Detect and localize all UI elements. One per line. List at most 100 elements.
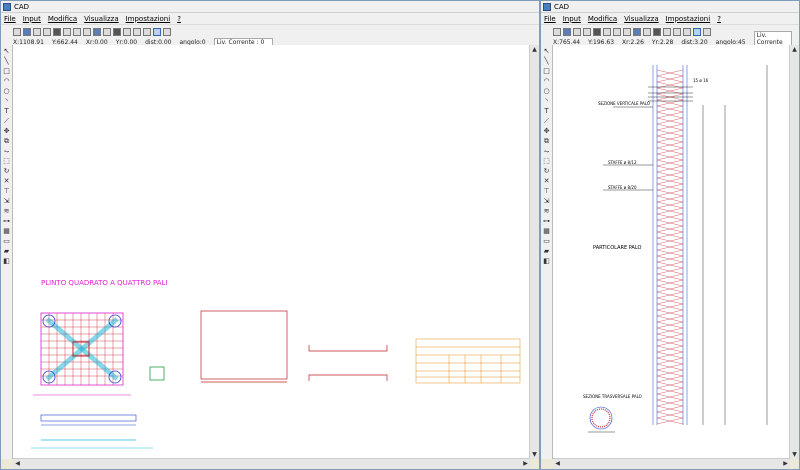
measure-icon[interactable]: ⊶ bbox=[542, 217, 551, 226]
save-icon[interactable] bbox=[573, 27, 581, 36]
copy-icon[interactable]: ⧉ bbox=[2, 137, 11, 146]
measure-icon[interactable]: ⊶ bbox=[2, 217, 11, 226]
menu-visualizza[interactable]: Visualizza bbox=[84, 15, 118, 23]
new-icon[interactable] bbox=[553, 27, 561, 36]
title-bar[interactable]: CAD bbox=[541, 1, 799, 13]
move-icon[interactable]: ✥ bbox=[542, 127, 551, 136]
scroll-down-icon[interactable]: ▼ bbox=[530, 450, 539, 459]
block-icon[interactable]: ▭ bbox=[542, 237, 551, 246]
hatch-tool-icon[interactable]: ▦ bbox=[2, 227, 11, 236]
grid-icon[interactable] bbox=[93, 27, 101, 36]
scroll-left-icon[interactable]: ◀ bbox=[553, 459, 562, 468]
scroll-up-icon[interactable]: ▲ bbox=[790, 45, 799, 54]
mirror-icon[interactable]: ⥊ bbox=[542, 147, 551, 156]
menu-file[interactable]: File bbox=[544, 15, 556, 23]
layer-icon[interactable] bbox=[593, 27, 601, 36]
scroll-right-icon[interactable]: ▶ bbox=[781, 459, 790, 468]
title-bar[interactable]: CAD bbox=[1, 1, 539, 13]
hatch-icon[interactable] bbox=[663, 27, 671, 36]
cross-icon[interactable] bbox=[673, 27, 681, 36]
menu-file[interactable]: File bbox=[4, 15, 16, 23]
menu-help[interactable]: ? bbox=[177, 15, 181, 23]
zoom-out-icon[interactable] bbox=[613, 27, 621, 36]
print-icon[interactable] bbox=[583, 27, 591, 36]
menu-impostazioni[interactable]: Impostazioni bbox=[126, 15, 171, 23]
delete-icon[interactable]: ✕ bbox=[2, 177, 11, 186]
horizontal-scrollbar[interactable]: ◀ ▶ bbox=[553, 458, 790, 469]
menu-visualizza[interactable]: Visualizza bbox=[624, 15, 658, 23]
line-icon[interactable]: ╲ bbox=[2, 57, 11, 66]
vertical-scrollbar[interactable]: ▲ ▼ bbox=[789, 45, 799, 459]
drawing-canvas[interactable]: SEZIONE VERTICALE PALO STAFFE ø 8/12 STA… bbox=[553, 45, 790, 459]
extend-icon[interactable]: ⇲ bbox=[2, 197, 11, 206]
menu-help[interactable]: ? bbox=[717, 15, 721, 23]
grid-icon[interactable] bbox=[633, 27, 641, 36]
circle-icon[interactable]: ○ bbox=[2, 87, 11, 96]
line-icon[interactable]: ╲ bbox=[542, 57, 551, 66]
print-icon[interactable] bbox=[43, 27, 51, 36]
ortho-icon[interactable] bbox=[153, 27, 161, 36]
new-icon[interactable] bbox=[13, 27, 21, 36]
cross-icon[interactable] bbox=[133, 27, 141, 36]
move-icon[interactable]: ✥ bbox=[2, 127, 11, 136]
scroll-down-icon[interactable]: ▼ bbox=[790, 450, 799, 459]
zoom-window-icon[interactable] bbox=[83, 27, 91, 36]
offset-icon[interactable]: ≋ bbox=[542, 207, 551, 216]
vertical-scrollbar[interactable]: ▲ ▼ bbox=[529, 45, 539, 459]
layer-icon[interactable] bbox=[53, 27, 61, 36]
block-icon[interactable]: ▭ bbox=[2, 237, 11, 246]
zoom-window-icon[interactable] bbox=[623, 27, 631, 36]
ortho-icon[interactable] bbox=[693, 27, 701, 36]
arc-icon[interactable]: ◠ bbox=[542, 77, 551, 86]
hatch-tool-icon[interactable]: ▦ bbox=[542, 227, 551, 236]
rotate-icon[interactable]: ↻ bbox=[542, 167, 551, 176]
scale-icon[interactable]: ⬚ bbox=[542, 157, 551, 166]
zoom-in-icon[interactable] bbox=[63, 27, 71, 36]
horizontal-scrollbar[interactable]: ◀ ▶ bbox=[13, 458, 530, 469]
circle-icon[interactable]: ○ bbox=[542, 87, 551, 96]
dropdown-icon[interactable] bbox=[683, 27, 691, 36]
menu-impostazioni[interactable]: Impostazioni bbox=[666, 15, 711, 23]
scroll-right-icon[interactable]: ▶ bbox=[521, 459, 530, 468]
dimension-icon[interactable]: ⟋ bbox=[2, 117, 11, 126]
scroll-up-icon[interactable]: ▲ bbox=[530, 45, 539, 54]
snap-icon[interactable] bbox=[643, 27, 651, 36]
menu-input[interactable]: Input bbox=[563, 15, 581, 23]
trim-icon[interactable]: ⊤ bbox=[542, 187, 551, 196]
menu-input[interactable]: Input bbox=[23, 15, 41, 23]
scroll-left-icon[interactable]: ◀ bbox=[13, 459, 22, 468]
layer-tool-icon[interactable]: ▰ bbox=[2, 247, 11, 256]
select-arrow-icon[interactable]: ↖ bbox=[542, 47, 551, 56]
pointer-icon[interactable] bbox=[703, 27, 711, 36]
zoom-out-icon[interactable] bbox=[73, 27, 81, 36]
snap-icon[interactable] bbox=[103, 27, 111, 36]
pointer-icon[interactable] bbox=[163, 27, 171, 36]
offset-icon[interactable]: ≋ bbox=[2, 207, 11, 216]
text-icon[interactable]: T bbox=[2, 107, 11, 116]
trim-icon[interactable]: ⊤ bbox=[2, 187, 11, 196]
save-icon[interactable] bbox=[33, 27, 41, 36]
fill-icon[interactable] bbox=[653, 27, 661, 36]
open-icon[interactable] bbox=[23, 27, 31, 36]
curve-icon[interactable]: ◝ bbox=[2, 97, 11, 106]
rectangle-icon[interactable]: □ bbox=[542, 67, 551, 76]
copy-icon[interactable]: ⧉ bbox=[542, 137, 551, 146]
menu-modifica[interactable]: Modifica bbox=[48, 15, 77, 23]
dimension-icon[interactable]: ⟋ bbox=[542, 117, 551, 126]
menu-modifica[interactable]: Modifica bbox=[588, 15, 617, 23]
scale-icon[interactable]: ⬚ bbox=[2, 157, 11, 166]
fill-icon[interactable] bbox=[113, 27, 121, 36]
delete-icon[interactable]: ✕ bbox=[542, 177, 551, 186]
text-icon[interactable]: T bbox=[542, 107, 551, 116]
mirror-icon[interactable]: ⥊ bbox=[2, 147, 11, 156]
open-icon[interactable] bbox=[563, 27, 571, 36]
rectangle-icon[interactable]: □ bbox=[2, 67, 11, 76]
properties-icon[interactable]: ◧ bbox=[542, 257, 551, 266]
drawing-canvas[interactable]: PLINTO QUADRATO A QUATTRO PALI bbox=[13, 45, 530, 459]
layer-tool-icon[interactable]: ▰ bbox=[542, 247, 551, 256]
arc-icon[interactable]: ◠ bbox=[2, 77, 11, 86]
rotate-icon[interactable]: ↻ bbox=[2, 167, 11, 176]
dropdown-icon[interactable] bbox=[143, 27, 151, 36]
hatch-icon[interactable] bbox=[123, 27, 131, 36]
properties-icon[interactable]: ◧ bbox=[2, 257, 11, 266]
